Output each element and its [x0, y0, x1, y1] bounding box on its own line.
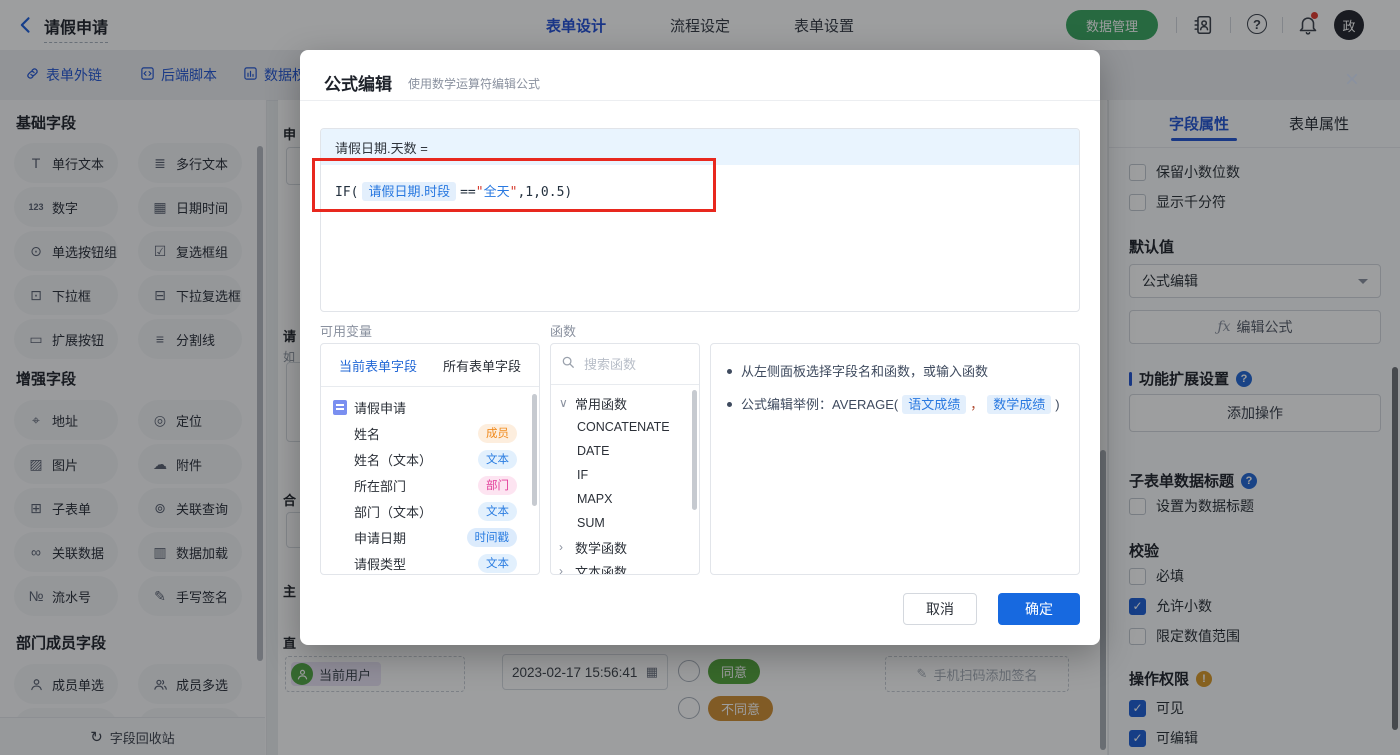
tree-field-row[interactable]: 部门（文本） 文本 [321, 498, 539, 524]
search-input[interactable] [582, 355, 686, 373]
chevron-collapsed-icon: › [559, 564, 563, 575]
tree-field-row[interactable]: 姓名（文本） 文本 [321, 446, 539, 472]
field-type-badge: 文本 [478, 553, 517, 573]
example-token: 语文成绩 [902, 395, 967, 414]
variables-label: 可用变量 [320, 324, 373, 339]
bullet [727, 402, 732, 407]
tree-field-row[interactable]: 所在部门 部门 [321, 472, 539, 498]
tree-form-node[interactable]: 请假申请 [321, 394, 539, 420]
function-search[interactable] [551, 344, 699, 385]
app-screen: 请假申请 表单设计 流程设定 表单设置 数据管理 ? 政 表单外链 后端脚本 数… [0, 0, 1400, 755]
modal-title: 公式编辑 [324, 75, 392, 94]
modal-subtitle: 使用数学运算符编辑公式 [408, 77, 541, 91]
tab-current-form-fields[interactable]: 当前表单字段 [339, 356, 417, 375]
functions-panel: ∨ 常用函数 CONCATENATE DATE IF MAPX SUM › 数学… [550, 343, 700, 575]
form-doc-icon [333, 399, 347, 415]
modal-divider [300, 100, 1100, 101]
search-icon [561, 355, 575, 374]
annotation-rectangle [312, 158, 716, 212]
field-type-badge: 时间戳 [466, 527, 517, 547]
cancel-button[interactable]: 取消 [903, 593, 977, 625]
formula-editor[interactable]: 请假日期.天数 = IF(请假日期.时段 =="全天",1,0.5) [320, 128, 1080, 312]
variables-panel: 当前表单字段 所有表单字段 请假申请 姓名 成员 姓名（文本） 文本 所在部门 [320, 343, 540, 575]
function-group-text[interactable]: › 文本函数 [551, 559, 699, 575]
confirm-button[interactable]: 确定 [998, 593, 1080, 625]
function-group-common[interactable]: ∨ 常用函数 [551, 391, 699, 415]
example-token: 数学成绩 [987, 395, 1052, 414]
formula-editor-modal: 公式编辑 使用数学运算符编辑公式 × 请假日期.天数 = IF(请假日期.时段 =… [300, 50, 1359, 645]
hints-panel: 从左侧面板选择字段名和函数，或输入函数 公式编辑举例：AVERAGE(语文成绩，… [710, 343, 1080, 575]
tab-all-form-fields[interactable]: 所有表单字段 [443, 356, 521, 375]
function-item[interactable]: IF [551, 463, 699, 487]
chevron-expanded-icon: ∨ [559, 396, 568, 410]
tree-field-row[interactable]: 姓名 成员 [321, 420, 539, 446]
tree-field-row[interactable]: 申请日期 时间戳 [321, 524, 539, 550]
hint-line-1: 从左侧面板选择字段名和函数，或输入函数 [727, 362, 1063, 382]
chevron-collapsed-icon: › [559, 540, 563, 554]
tree-field-row[interactable]: 请假类型 文本 [321, 550, 539, 574]
hint-line-2: 公式编辑举例：AVERAGE(语文成绩，数学成绩) [727, 395, 1063, 415]
close-icon[interactable]: × [1336, 64, 1368, 96]
variables-tabs: 当前表单字段 所有表单字段 [321, 344, 539, 387]
field-type-badge: 文本 [478, 449, 517, 469]
variables-scrollbar[interactable] [532, 394, 537, 506]
functions-label: 函数 [550, 324, 577, 339]
field-type-badge: 成员 [478, 423, 517, 443]
field-type-badge: 文本 [478, 501, 517, 521]
function-group-math[interactable]: › 数学函数 [551, 535, 699, 559]
function-item[interactable]: CONCATENATE [551, 415, 699, 439]
functions-scrollbar[interactable] [692, 390, 697, 510]
field-type-badge: 部门 [478, 475, 517, 495]
function-item[interactable]: MAPX [551, 487, 699, 511]
function-item[interactable]: SUM [551, 511, 699, 535]
function-item[interactable]: DATE [551, 439, 699, 463]
bullet [727, 369, 732, 374]
